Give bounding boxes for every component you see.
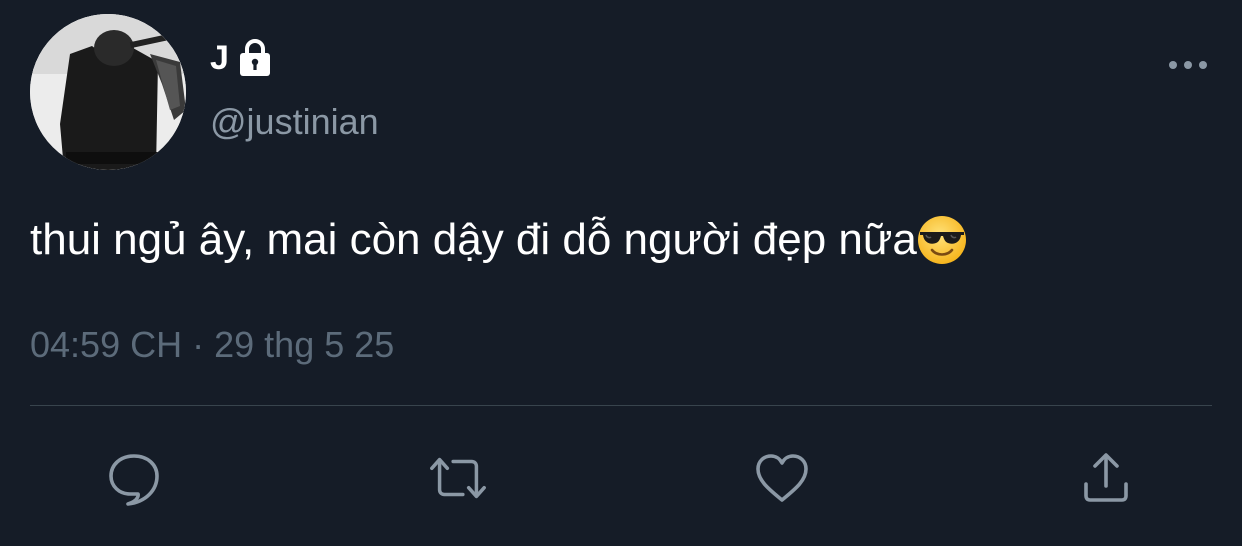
avatar-image [30,14,186,170]
tweet-text-content: thui ngủ ây, mai còn dậy đi dỗ người đẹp… [30,215,917,264]
reply-button[interactable] [102,446,166,510]
share-button[interactable] [1074,446,1138,510]
tweet-card: J @justinian thui ngủ ây, mai còn dậy đi… [0,0,1242,546]
comment-icon [109,454,159,506]
tweet-text: thui ngủ ây, mai còn dậy đi dỗ người đẹp… [30,208,967,272]
name-row: J [210,36,273,80]
share-icon [1084,453,1128,502]
user-handle[interactable]: @justinian [210,100,379,144]
action-bar [0,446,1242,510]
lock-icon [237,38,273,78]
heart-icon [756,454,808,502]
tweet-time[interactable]: 04:59 CH [30,324,182,365]
retweet-button[interactable] [426,446,490,510]
more-options-button[interactable] [1164,50,1212,80]
tweet-date[interactable]: 29 thg 5 25 [214,324,394,365]
like-button[interactable] [750,446,814,510]
display-name[interactable]: J [210,36,229,80]
tweet-meta: 04:59 CH · 29 thg 5 25 [30,320,394,370]
meta-separator: · [192,324,205,365]
retweet-icon [430,457,486,499]
more-icon [1169,61,1207,69]
smiling-face-with-sunglasses-icon [917,215,967,265]
avatar[interactable] [30,14,186,170]
divider [30,405,1212,406]
